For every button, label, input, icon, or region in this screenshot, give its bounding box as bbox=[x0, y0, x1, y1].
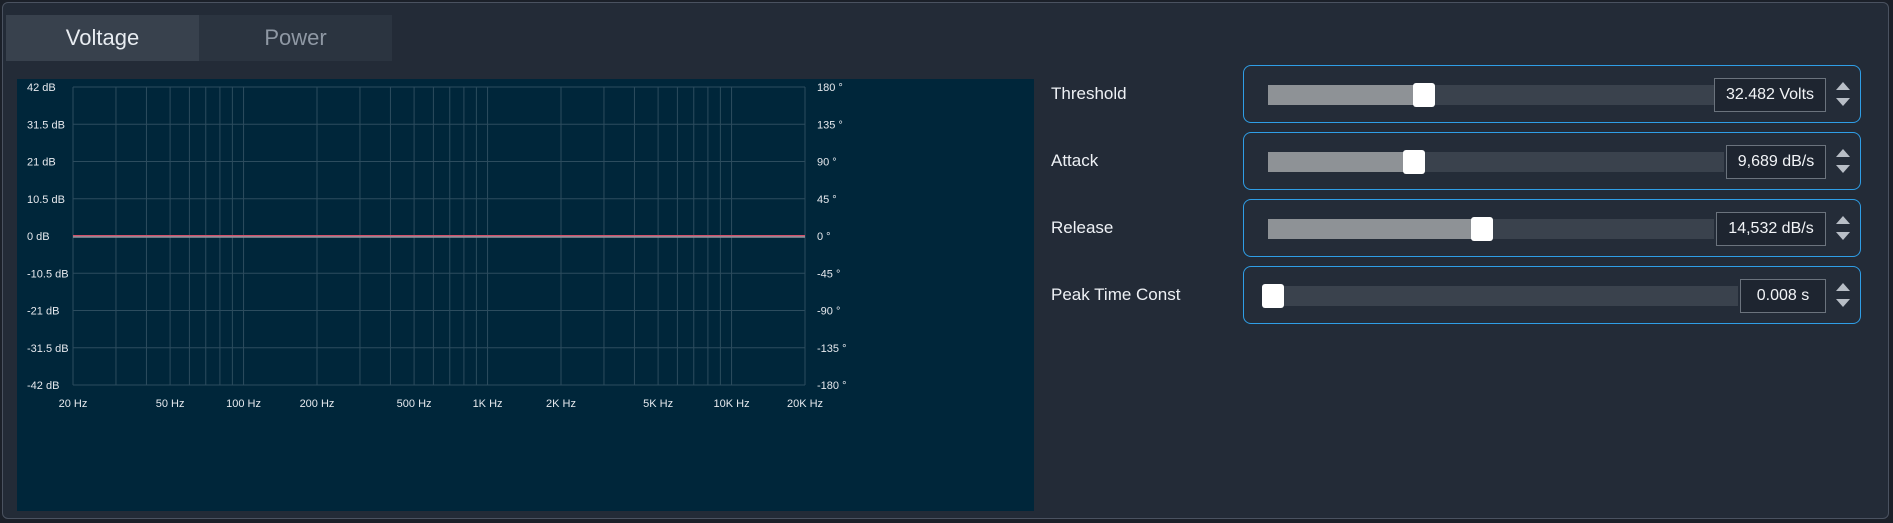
attack-label: Attack bbox=[1051, 151, 1099, 170]
caret-down-icon[interactable] bbox=[1836, 232, 1850, 240]
caret-down-icon[interactable] bbox=[1836, 299, 1850, 307]
y-left-tick-label: 0 dB bbox=[27, 231, 50, 243]
x-tick-label: 1K Hz bbox=[473, 398, 503, 410]
release-spinner[interactable] bbox=[1834, 212, 1852, 246]
response-plot[interactable]: 42 dB 31.5 dB 21 dB 10.5 dB 0 dB -10.5 dB -21 … bbox=[17, 79, 1034, 511]
y-right-tick-label: -90 ° bbox=[817, 306, 840, 318]
x-tick-label: 200 Hz bbox=[300, 398, 335, 410]
y-left-tick-label: 31.5 dB bbox=[27, 119, 65, 131]
peak-time-const-spinner[interactable] bbox=[1834, 279, 1852, 313]
attack-slider-fill bbox=[1268, 152, 1414, 172]
x-tick-label: 2K Hz bbox=[546, 398, 576, 410]
release-value-field[interactable]: 14,532 dB/s bbox=[1716, 212, 1826, 246]
release-label: Release bbox=[1051, 218, 1114, 237]
threshold-label: Threshold bbox=[1051, 84, 1127, 103]
y-right-tick-label: -135 ° bbox=[817, 343, 846, 355]
peak-time-const-slider[interactable] bbox=[1261, 284, 1738, 308]
tab-voltage[interactable]: Voltage bbox=[6, 15, 199, 61]
threshold-spinner[interactable] bbox=[1834, 78, 1852, 112]
x-tick-label: 100 Hz bbox=[226, 398, 261, 410]
release-slider-fill bbox=[1268, 219, 1483, 239]
attack-spinner[interactable] bbox=[1834, 145, 1852, 179]
caret-up-icon[interactable] bbox=[1836, 149, 1850, 157]
y-left-tick-label: -21 dB bbox=[27, 306, 59, 318]
x-tick-label: 50 Hz bbox=[156, 398, 185, 410]
y-left-tick-label: -31.5 dB bbox=[27, 343, 69, 355]
caret-up-icon[interactable] bbox=[1836, 216, 1850, 224]
threshold-slider[interactable] bbox=[1268, 83, 1754, 107]
y-right-tick-label: -45 ° bbox=[817, 268, 840, 280]
tab-bar: Voltage Power bbox=[6, 15, 392, 61]
peak-time-const-slider-thumb[interactable] bbox=[1261, 284, 1284, 308]
x-tick-label: 20 Hz bbox=[59, 398, 88, 410]
analyzer-panel: Voltage Power 42 dB 31.5 dB 21 dB 10.5 dB 0 … bbox=[2, 2, 1889, 519]
y-right-tick-label: 90 ° bbox=[817, 157, 837, 169]
tab-power[interactable]: Power bbox=[199, 15, 392, 61]
caret-up-icon[interactable] bbox=[1836, 82, 1850, 90]
release-control: 14,532 dB/s bbox=[1243, 199, 1861, 257]
y-right-tick-label: 45 ° bbox=[817, 194, 837, 206]
x-tick-label: 10K Hz bbox=[714, 398, 750, 410]
x-tick-label: 5K Hz bbox=[643, 398, 673, 410]
y-right-tick-label: 180 ° bbox=[817, 82, 843, 94]
y-left-tick-label: -10.5 dB bbox=[27, 268, 69, 280]
threshold-control: 32.482 Volts bbox=[1243, 65, 1861, 123]
threshold-slider-fill bbox=[1268, 85, 1424, 105]
attack-slider[interactable] bbox=[1268, 150, 1724, 174]
x-tick-label: 500 Hz bbox=[397, 398, 432, 410]
caret-down-icon[interactable] bbox=[1836, 165, 1850, 173]
attack-value-field[interactable]: 9,689 dB/s bbox=[1726, 145, 1826, 179]
y-right-tick-label: 135 ° bbox=[817, 119, 843, 131]
threshold-slider-thumb[interactable] bbox=[1412, 83, 1435, 107]
y-left-tick-label: 21 dB bbox=[27, 157, 56, 169]
attack-slider-thumb[interactable] bbox=[1402, 150, 1425, 174]
caret-down-icon[interactable] bbox=[1836, 98, 1850, 106]
attack-control: 9,689 dB/s bbox=[1243, 132, 1861, 190]
caret-up-icon[interactable] bbox=[1836, 283, 1850, 291]
peak-time-const-value-field[interactable]: 0.008 s bbox=[1740, 279, 1826, 313]
y-left-tick-label: 42 dB bbox=[27, 82, 56, 94]
release-slider[interactable] bbox=[1268, 217, 1714, 241]
peak-time-const-label: Peak Time Const bbox=[1051, 285, 1181, 304]
peak-time-const-control: 0.008 s bbox=[1243, 266, 1861, 324]
y-left-tick-label: -42 dB bbox=[27, 380, 59, 392]
threshold-value-field[interactable]: 32.482 Volts bbox=[1714, 78, 1826, 112]
y-left-tick-label: 10.5 dB bbox=[27, 194, 65, 206]
y-right-tick-label: 0 ° bbox=[817, 231, 831, 243]
y-right-tick-label: -180 ° bbox=[817, 380, 846, 392]
release-slider-thumb[interactable] bbox=[1471, 217, 1494, 241]
x-tick-label: 20K Hz bbox=[787, 398, 823, 410]
response-plot-svg: 42 dB 31.5 dB 21 dB 10.5 dB 0 dB -10.5 dB -21 … bbox=[27, 82, 846, 410]
